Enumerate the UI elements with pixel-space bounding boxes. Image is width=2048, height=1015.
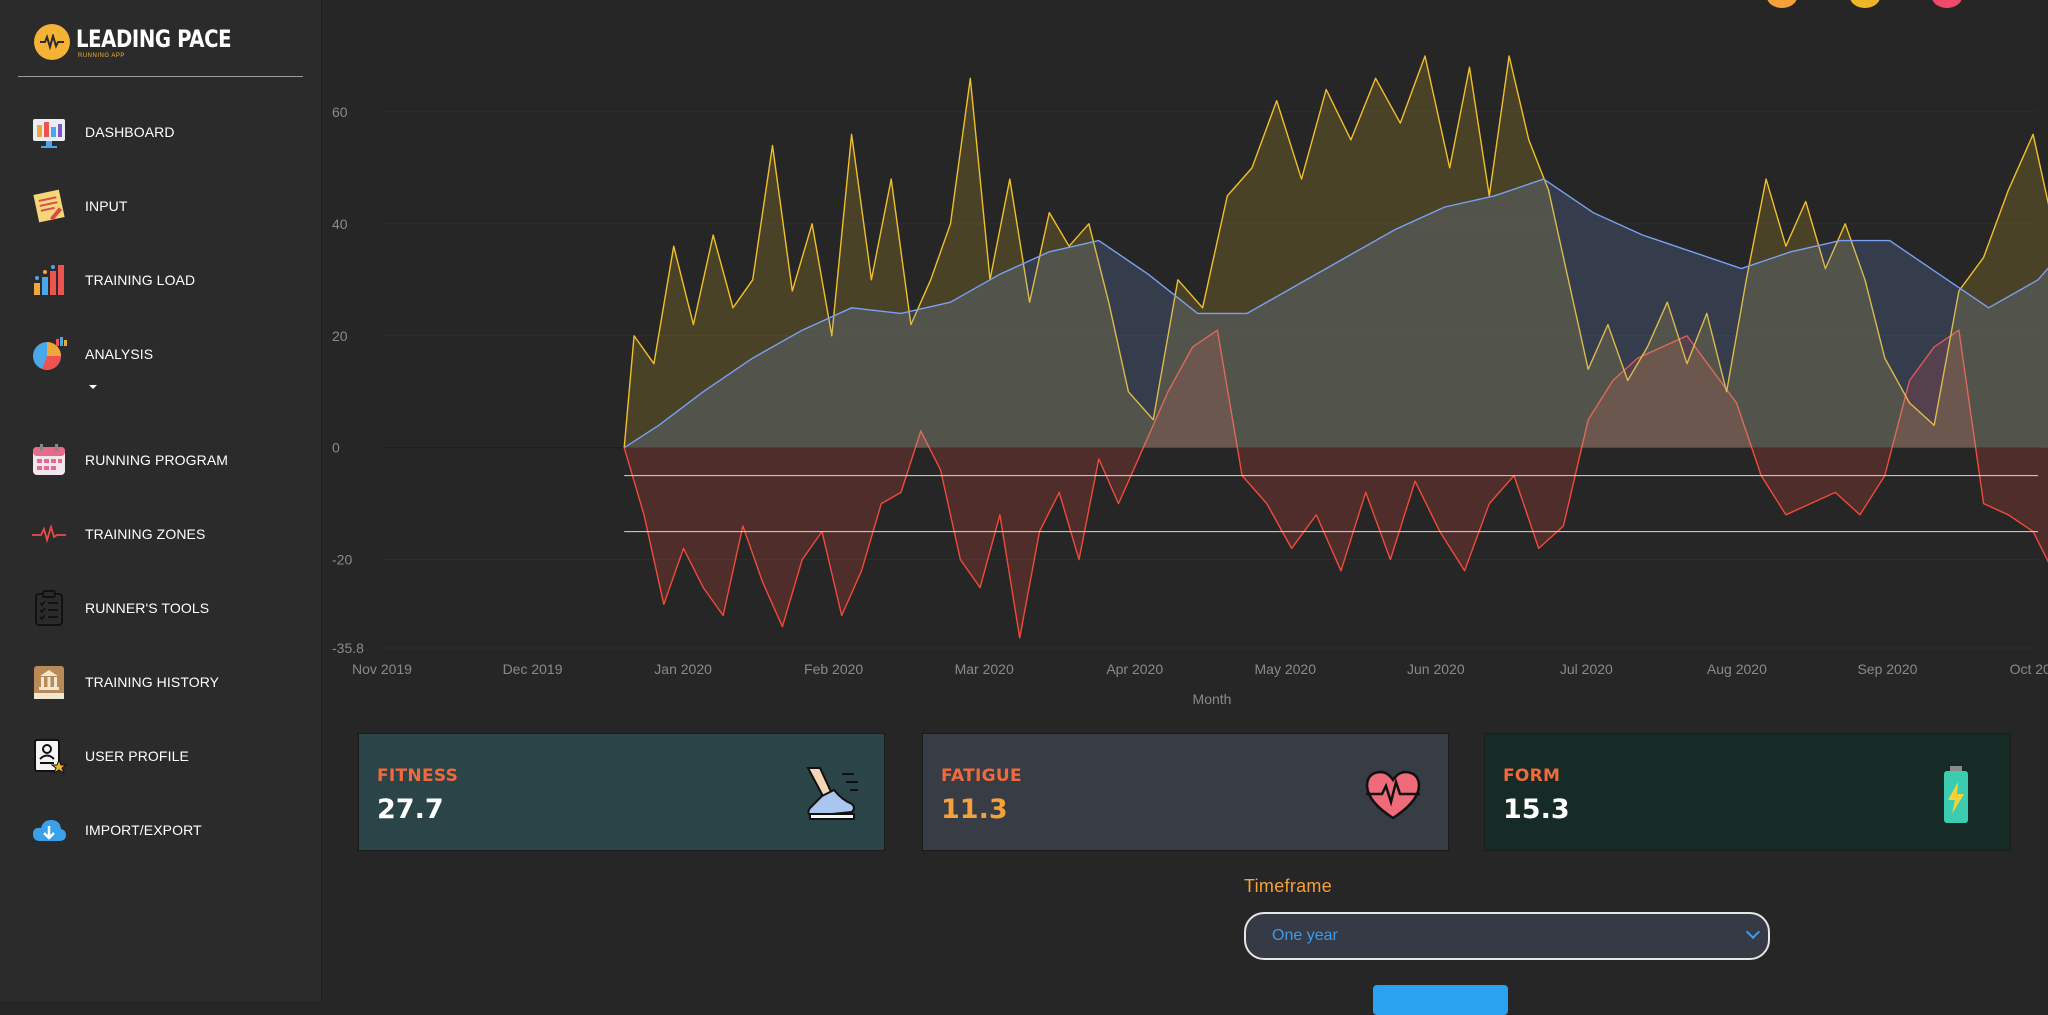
timeframe-label: Timeframe: [1244, 876, 1333, 896]
app-title: LEADING PACE: [76, 25, 232, 53]
running-shoe-icon: [798, 764, 860, 826]
y-tick-label: 40: [332, 216, 348, 232]
analysis-expand-caret-icon[interactable]: [89, 385, 97, 389]
sidebar-item-label: USER PROFILE: [85, 748, 189, 764]
sidebar-item-training-zones[interactable]: TRAINING ZONES: [28, 510, 308, 558]
form-card-title: FORM: [1503, 766, 1561, 786]
x-tick-label: May 2020: [1255, 661, 1317, 677]
sidebar-item-label: IMPORT/EXPORT: [85, 822, 202, 838]
sidebar-item-training-history[interactable]: TRAINING HISTORY: [28, 658, 308, 706]
y-tick-label: 0: [332, 440, 340, 456]
logo-pulse-icon: [34, 24, 70, 60]
x-tick-label: Feb 2020: [804, 661, 863, 677]
timeframe-select[interactable]: One year: [1244, 912, 1770, 960]
x-tick-label: Oct 2020: [2010, 661, 2048, 677]
x-tick-label: Mar 2020: [955, 661, 1014, 677]
profile-badge-icon: [28, 735, 70, 777]
sidebar-item-label: RUNNER'S TOOLS: [85, 600, 210, 616]
dashboard-monitor-icon: [28, 111, 70, 153]
sidebar-item-running-program[interactable]: RUNNING PROGRAM: [28, 436, 308, 484]
heartbeat-line-icon: [28, 513, 70, 555]
training-load-chart-panel: 60 40 20 0 -20 -35.8 Nov 2019 Dec 2019 Jan 2020 F…: [322, 0, 2048, 770]
y-tick-label: -35.8: [332, 640, 364, 656]
battery-charge-icon: [1924, 764, 1986, 826]
app-subtitle: RUNNING APP: [78, 53, 125, 59]
x-tick-label: Jan 2020: [654, 661, 712, 677]
sidebar-item-label: ANALYSIS: [85, 346, 154, 362]
form-card-value: 15.3: [1503, 794, 1570, 825]
timeframe-selected-value: One year: [1272, 927, 1338, 944]
x-tick-label: Jun 2020: [1407, 661, 1465, 677]
sidebar-item-input[interactable]: INPUT: [28, 182, 308, 230]
sidebar-item-label: TRAINING ZONES: [85, 526, 206, 542]
x-tick-label: Sep 2020: [1857, 661, 1917, 677]
sidebar-item-dashboard[interactable]: DASHBOARD: [28, 108, 308, 156]
chevron-down-icon: [1745, 924, 1761, 940]
update-button[interactable]: [1373, 985, 1508, 1015]
main-content: 60 40 20 0 -20 -35.8 Nov 2019 Dec 2019 Jan 2020 F…: [322, 0, 2048, 1015]
sidebar-item-label: DASHBOARD: [85, 124, 175, 140]
x-tick-label: Apr 2020: [1106, 661, 1163, 677]
bar-chart-icon: [28, 259, 70, 301]
sidebar-item-user-profile[interactable]: USER PROFILE: [28, 732, 308, 780]
form-card: FORM 15.3: [1484, 733, 2011, 851]
logo-divider: [18, 76, 303, 77]
x-tick-label: Aug 2020: [1707, 661, 1767, 677]
sidebar-item-label: TRAINING HISTORY: [85, 674, 220, 690]
sidebar-item-import-export[interactable]: IMPORT/EXPORT: [28, 806, 308, 854]
sidebar-item-label: TRAINING LOAD: [85, 272, 196, 288]
sidebar-item-analysis[interactable]: ANALYSIS: [28, 330, 308, 378]
sidebar-item-runners-tools[interactable]: RUNNER'S TOOLS: [28, 584, 308, 632]
y-tick-label: 60: [332, 104, 348, 120]
heart-pulse-icon: [1362, 764, 1424, 826]
y-tick-label: -20: [332, 552, 352, 568]
training-load-chart: 60 40 20 0 -20 -35.8 Nov 2019 Dec 2019 Jan 2020 F…: [332, 55, 2048, 707]
fitness-card-value: 27.7: [377, 794, 444, 825]
y-tick-label: 20: [332, 328, 348, 344]
fatigue-card-title: FATIGUE: [941, 766, 1022, 786]
sidebar: LEADING PACE RUNNING APP DASHBOARD INPUT…: [0, 0, 322, 1001]
app-logo[interactable]: LEADING PACE RUNNING APP: [34, 20, 265, 64]
sidebar-item-label: INPUT: [85, 198, 128, 214]
notepad-icon: [28, 185, 70, 227]
museum-book-icon: [28, 661, 70, 703]
x-axis-label: Month: [1193, 691, 1232, 707]
fitness-card-title: FITNESS: [377, 766, 459, 786]
pie-chart-icon: [28, 333, 70, 375]
fatigue-card: FATIGUE 11.3: [922, 733, 1449, 851]
calendar-icon: [28, 439, 70, 481]
clipboard-checklist-icon: [28, 587, 70, 629]
x-tick-label: Jul 2020: [1560, 661, 1613, 677]
fitness-card: FITNESS 27.7: [358, 733, 885, 851]
sidebar-item-label: RUNNING PROGRAM: [85, 452, 229, 468]
x-tick-label: Dec 2019: [503, 661, 563, 677]
x-tick-label: Nov 2019: [352, 661, 412, 677]
fatigue-card-value: 11.3: [941, 794, 1008, 825]
cloud-download-icon: [28, 809, 70, 851]
sidebar-item-training-load[interactable]: TRAINING LOAD: [28, 256, 308, 304]
